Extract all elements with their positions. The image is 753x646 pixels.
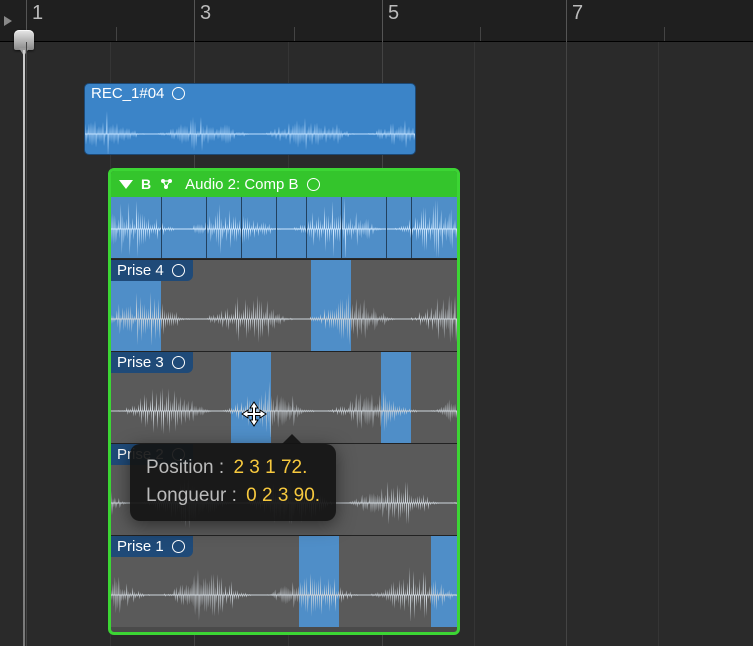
loop-icon bbox=[172, 356, 185, 369]
tooltip-length-value: 0 2 3 90. bbox=[246, 485, 320, 506]
tooltip-position-value: 2 3 1 72. bbox=[233, 457, 307, 478]
clip-waveform bbox=[85, 106, 415, 154]
tooltip-position-label: Position : bbox=[146, 457, 224, 478]
audio-clip-rec1-04[interactable]: REC_1#04 bbox=[84, 83, 416, 155]
loop-icon bbox=[172, 540, 185, 553]
position-tooltip: Position : 2 3 1 72. Longueur : 0 2 3 90… bbox=[130, 444, 336, 521]
take-folder-title: Audio 2: Comp B bbox=[185, 176, 298, 193]
tooltip-length-label: Longueur : bbox=[146, 485, 237, 506]
bar-number: 3 bbox=[200, 2, 211, 25]
comp-row[interactable] bbox=[111, 197, 457, 259]
take-label: Prise 3 bbox=[111, 352, 193, 373]
clip-name-label: REC_1#04 bbox=[91, 85, 164, 102]
loop-icon bbox=[172, 264, 185, 277]
take-label: Prise 1 bbox=[111, 536, 193, 557]
comp-icon[interactable] bbox=[159, 177, 177, 191]
comp-letter-label: B bbox=[141, 176, 151, 192]
disclosure-triangle-icon[interactable] bbox=[119, 180, 133, 189]
bar-number: 1 bbox=[32, 2, 43, 25]
take-row[interactable]: Prise 1 bbox=[111, 535, 457, 627]
take-folder[interactable]: B Audio 2: Comp B Prise 4Prise 3Prise 2P… bbox=[108, 168, 460, 635]
take-row[interactable]: Prise 3 bbox=[111, 351, 457, 443]
loop-icon bbox=[172, 87, 185, 100]
timeline-ruler[interactable]: 1 3 5 7 bbox=[0, 0, 753, 42]
take-row[interactable]: Prise 4 bbox=[111, 259, 457, 351]
bar-number: 5 bbox=[388, 2, 399, 25]
tracks-workspace: REC_1#04 B Audio 2: Comp B Prise 4 Prise … bbox=[0, 42, 753, 646]
bar-number: 7 bbox=[572, 2, 583, 25]
loop-icon bbox=[307, 178, 320, 191]
take-folder-header[interactable]: B Audio 2: Comp B bbox=[111, 171, 457, 197]
take-label: Prise 4 bbox=[111, 260, 193, 281]
